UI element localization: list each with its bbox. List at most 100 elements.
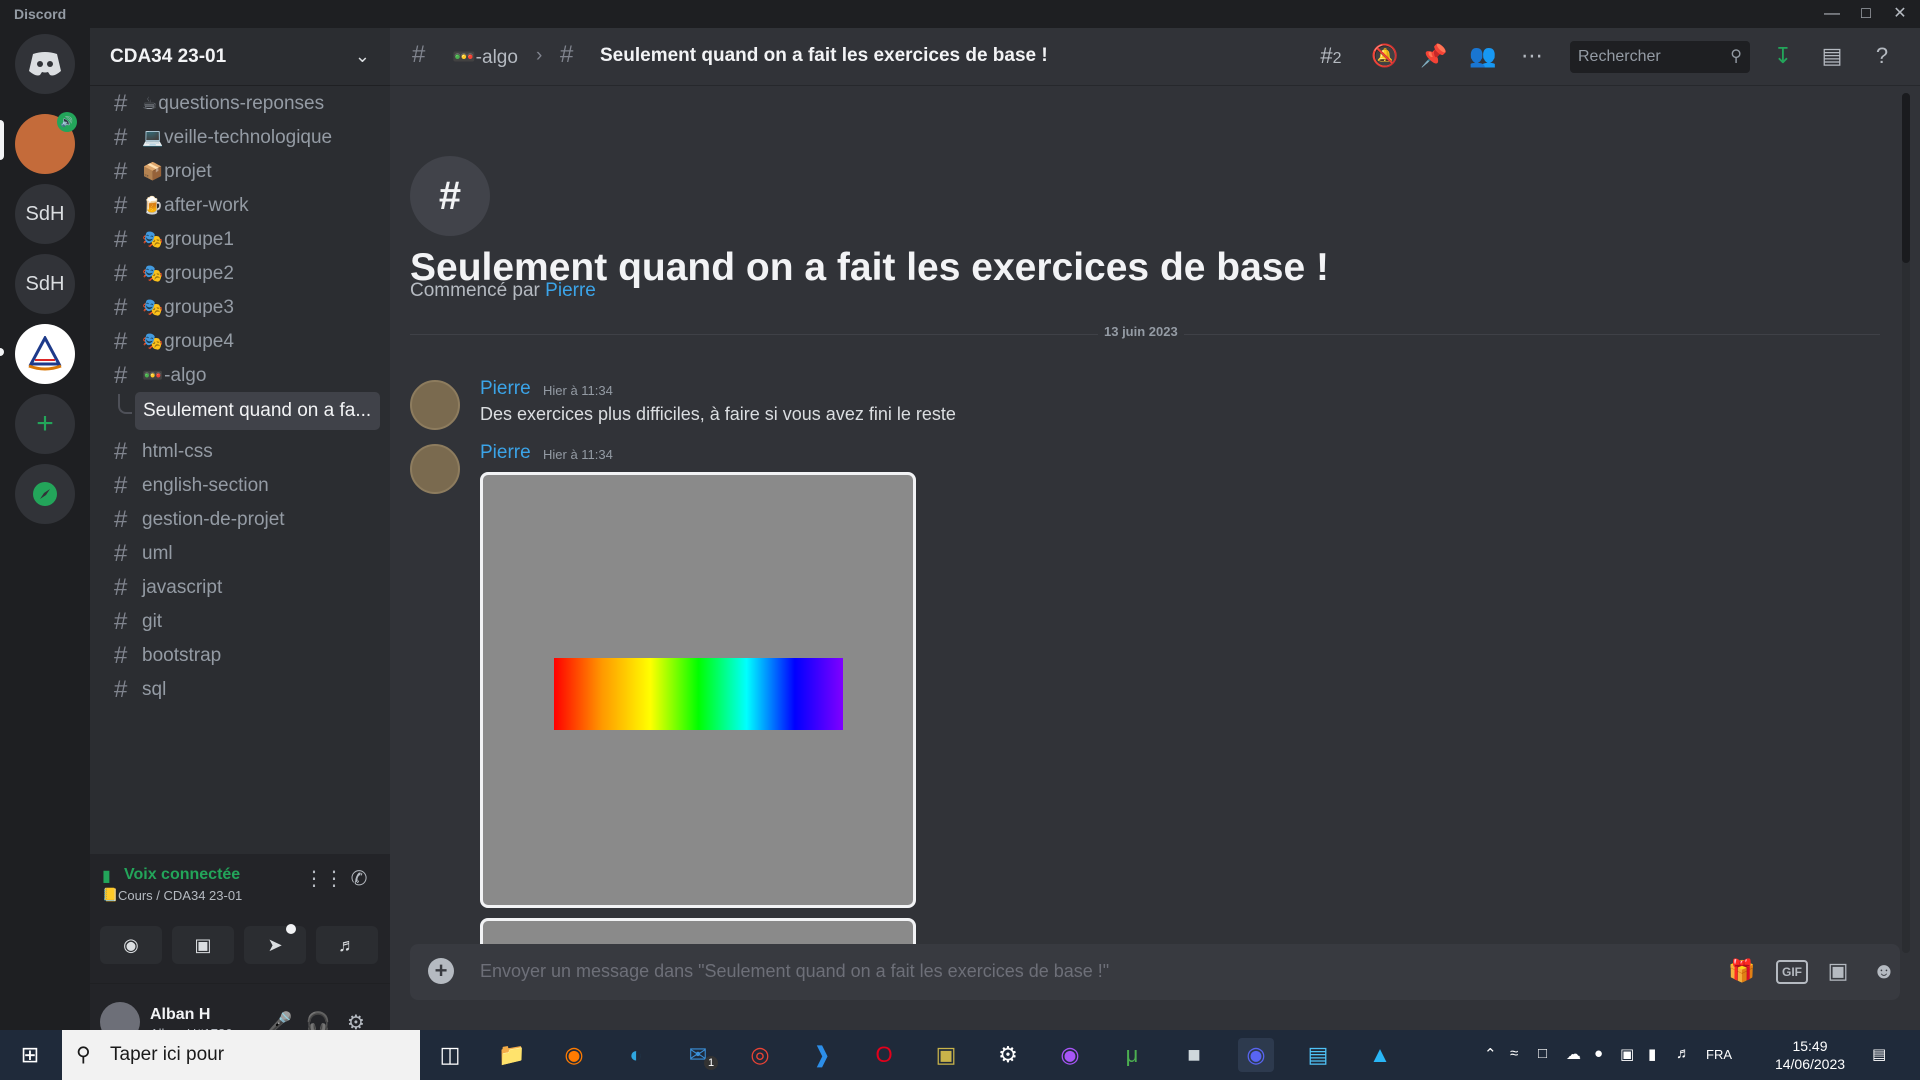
server-sailboat-icon[interactable]	[15, 324, 75, 384]
notifications-muted-icon[interactable]: 🔕	[1369, 43, 1401, 69]
camera-tray-icon[interactable]: □	[1538, 1045, 1547, 1062]
guild-header[interactable]: CDA34 23-01 ⌄	[90, 28, 390, 86]
channel-item[interactable]: # english-section	[100, 468, 380, 504]
onedrive-icon[interactable]: ☁	[1566, 1045, 1581, 1063]
active-thread-item[interactable]: Seulement quand on a fa...	[135, 392, 380, 430]
pin-icon[interactable]: 📌	[1418, 43, 1450, 69]
chrome-icon[interactable]: ◎	[742, 1038, 778, 1072]
camera-button[interactable]: ◉	[100, 926, 162, 964]
language-indicator[interactable]: FRA	[1706, 1047, 1732, 1062]
server-sdh-2[interactable]: SdH	[15, 254, 75, 314]
channel-item[interactable]: # html-css	[100, 434, 380, 470]
app-shield-icon[interactable]: ■	[1176, 1038, 1212, 1072]
add-server-icon[interactable]: +	[15, 394, 75, 454]
app-icon[interactable]: ▣	[928, 1038, 964, 1072]
soundboard-button[interactable]: ♬	[316, 926, 378, 964]
main-panel: # 🚥-algo › # Seulement quand on a fait l…	[390, 28, 1920, 1030]
channel-item[interactable]: # gestion-de-projet	[100, 502, 380, 538]
volume-icon[interactable]: ♬	[1676, 1045, 1691, 1062]
close-icon[interactable]: ✕	[1886, 2, 1914, 26]
add-attachment-icon[interactable]: +	[428, 958, 454, 984]
help-icon[interactable]: ?	[1866, 43, 1898, 69]
mail-icon[interactable]: ✉ 1	[680, 1038, 718, 1072]
avatar[interactable]	[410, 380, 460, 430]
inbox-icon[interactable]: ▤	[1816, 43, 1848, 69]
clock[interactable]: 15:49 14/06/2023	[1770, 1037, 1850, 1073]
forum-channel-item[interactable]: # 🚥 -algo	[100, 358, 380, 394]
emoji-icon[interactable]: ☻	[1868, 958, 1900, 986]
activity-button[interactable]: ➤	[244, 924, 306, 964]
server-sdh-1[interactable]: SdH	[15, 184, 75, 244]
voice-status[interactable]: Voix connectée	[124, 866, 240, 884]
page-title: Seulement quand on a fait les exercices …	[600, 45, 1048, 66]
hash-icon: #	[114, 124, 128, 151]
battery-icon[interactable]: ▮	[1648, 1045, 1656, 1063]
server-cda34-icon[interactable]: 🔊	[15, 112, 77, 174]
chevron-down-icon[interactable]: ⌄	[355, 46, 370, 67]
soundboard-icon: ♬	[338, 934, 356, 955]
maximize-icon[interactable]: □	[1852, 2, 1880, 26]
opera-icon[interactable]: O	[866, 1038, 902, 1072]
notepad-icon: 📒	[102, 887, 119, 902]
channel-item[interactable]: # 🎭 groupe3	[100, 290, 380, 326]
microphone-tray-icon[interactable]: ●	[1594, 1045, 1603, 1062]
threads-icon[interactable]: #2	[1306, 43, 1356, 69]
message-input[interactable]: Envoyer un message dans "Seulement quand…	[480, 961, 1109, 982]
channel-item[interactable]: # 🎭 groupe2	[100, 256, 380, 292]
scrollbar-thumb[interactable]	[1902, 93, 1910, 263]
screen-share-button[interactable]: ▣	[172, 926, 234, 964]
date-divider-label: 13 juin 2023	[1098, 324, 1184, 339]
task-view-icon[interactable]: ◫	[432, 1038, 468, 1072]
download-icon[interactable]: ↧	[1767, 43, 1799, 69]
sticker-icon[interactable]: ▣	[1822, 958, 1854, 986]
channel-item[interactable]: # 🍺 after-work	[100, 188, 380, 224]
channel-item[interactable]: # sql	[100, 672, 380, 708]
message-composer[interactable]: + Envoyer un message dans "Seulement qua…	[410, 944, 1900, 1000]
notification-center-icon[interactable]: ▤	[1872, 1045, 1886, 1063]
discord-taskbar-icon[interactable]: ◉	[1238, 1038, 1274, 1072]
breadcrumb-parent[interactable]: 🚥-algo	[452, 45, 518, 69]
photos-icon[interactable]: ▲	[1362, 1038, 1398, 1072]
noise-suppression-icon[interactable]: ⋮⋮	[304, 866, 344, 896]
search-input[interactable]: Rechercher ⚲	[1570, 41, 1750, 73]
app-mask-icon[interactable]: ◉	[1052, 1038, 1088, 1072]
channel-item[interactable]: # git	[100, 604, 380, 640]
more-options-icon[interactable]: ⋯	[1516, 43, 1548, 69]
discord-home-icon[interactable]	[15, 34, 75, 94]
app-window-icon[interactable]: ▤	[1300, 1038, 1336, 1072]
gif-button[interactable]: GIF	[1776, 960, 1808, 984]
tray-chevron-up-icon[interactable]: ⌃	[1484, 1045, 1497, 1063]
channel-item[interactable]: # uml	[100, 536, 380, 572]
file-explorer-icon[interactable]: 📁	[494, 1038, 530, 1072]
image-attachment[interactable]	[480, 472, 916, 908]
thread-started-by: Commencé par Pierre	[410, 280, 596, 301]
user-name[interactable]: Alban H	[150, 1006, 210, 1024]
signal-icon[interactable]: ▮	[102, 866, 111, 886]
display-icon[interactable]: ▣	[1620, 1045, 1634, 1063]
voice-location[interactable]: Cours / CDA34 23-01	[118, 888, 242, 903]
message-author[interactable]: Pierre	[480, 442, 531, 464]
members-icon[interactable]: 👥	[1467, 43, 1499, 69]
gift-icon[interactable]: 🎁	[1726, 958, 1758, 986]
avatar[interactable]	[410, 444, 460, 494]
channel-item[interactable]: # bootstrap	[100, 638, 380, 674]
channel-item[interactable]: # 📦 projet	[100, 154, 380, 190]
utorrent-icon[interactable]: μ	[1114, 1038, 1150, 1072]
windows-start-icon[interactable]: ⊞	[12, 1038, 48, 1072]
taskbar-search[interactable]: ⚲ Taper ici pour	[62, 1030, 420, 1080]
channel-item[interactable]: # 🎭 groupe1	[100, 222, 380, 258]
starter-link[interactable]: Pierre	[545, 280, 596, 301]
channel-item[interactable]: # 🎭 groupe4	[100, 324, 380, 360]
network-icon[interactable]: ≈	[1510, 1045, 1518, 1062]
disconnect-icon[interactable]: ✆	[344, 866, 374, 896]
firefox-icon[interactable]: ◉	[556, 1038, 592, 1072]
message-author[interactable]: Pierre	[480, 378, 531, 400]
channel-item[interactable]: # javascript	[100, 570, 380, 606]
vscode-icon[interactable]: ❱	[804, 1038, 840, 1072]
channel-item[interactable]: # ☕ questions-reponses	[100, 86, 380, 122]
channel-item[interactable]: # 💻 veille-technologique	[100, 120, 380, 156]
explore-compass-icon[interactable]	[15, 464, 75, 524]
edge-icon[interactable]: ◐	[618, 1038, 654, 1072]
minimize-icon[interactable]: —	[1818, 2, 1846, 26]
settings-gear-icon[interactable]: ⚙	[990, 1038, 1026, 1072]
